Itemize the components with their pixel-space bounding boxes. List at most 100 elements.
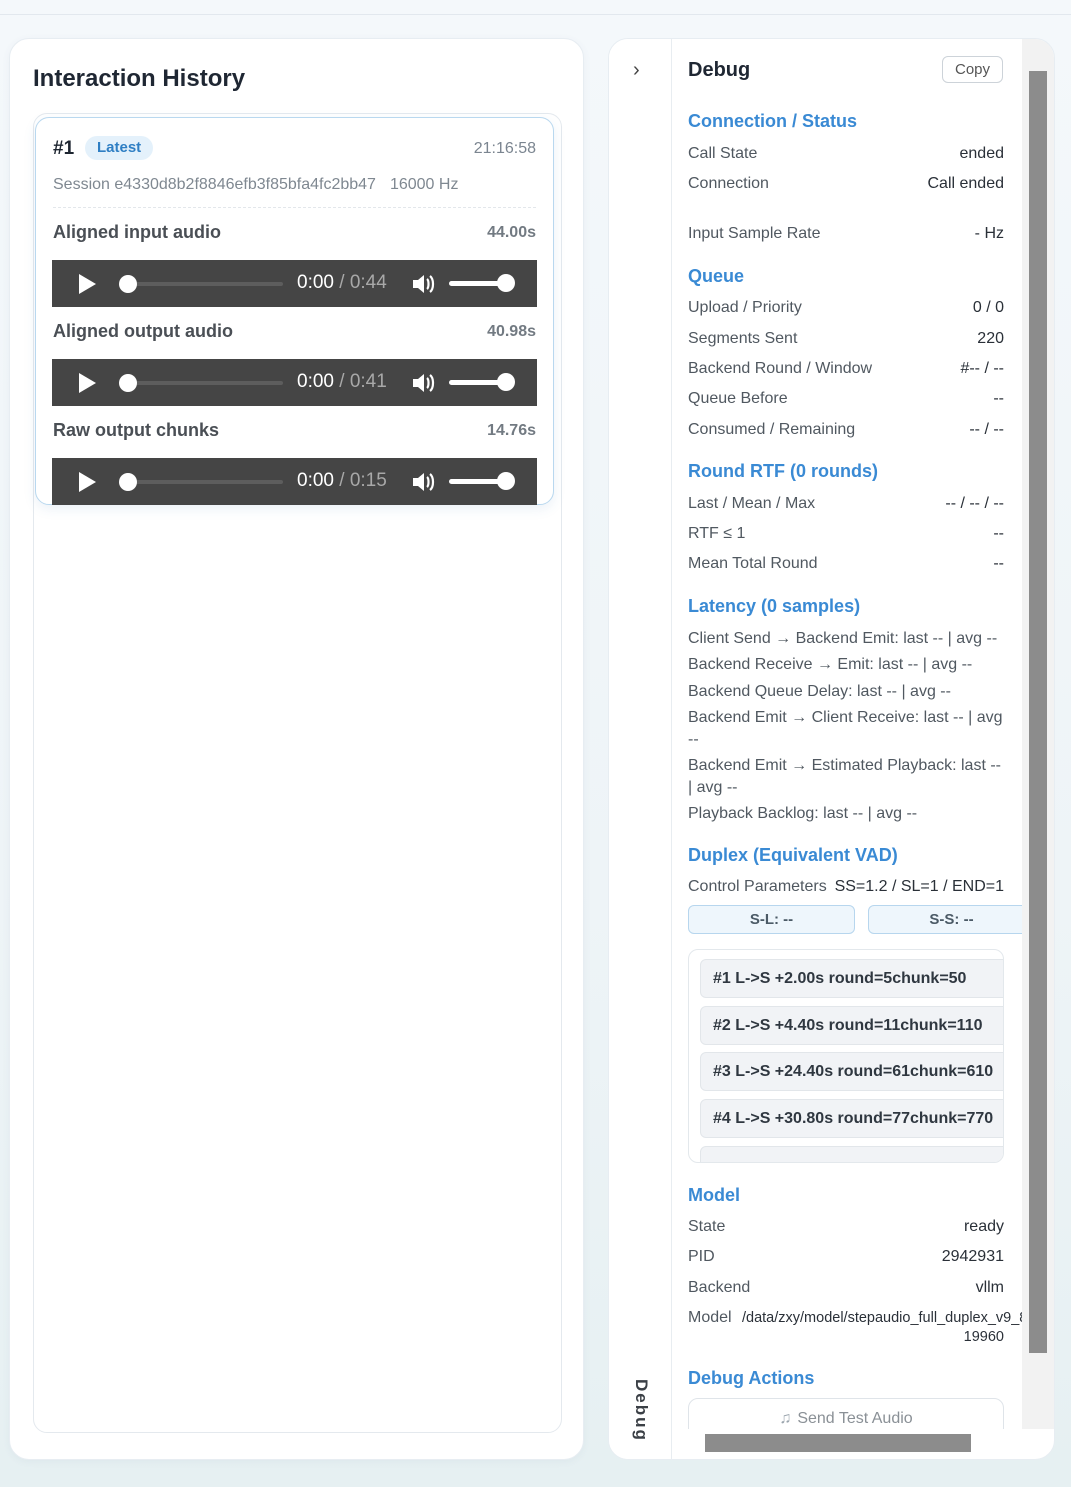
kv-value: -- / -- <box>969 421 1004 438</box>
entry-time: 21:16:58 <box>473 140 536 157</box>
seek-thumb[interactable] <box>119 275 137 293</box>
latency-line: Client Send → Backend Emit: last -- | av… <box>688 630 998 647</box>
session-info: Session e4330d8b2f8846efb3f85bfa4fc2bb47… <box>53 176 458 194</box>
seek-thumb[interactable] <box>119 473 137 491</box>
kv-label: Queue Before <box>688 390 788 407</box>
kv-value: 0 / 0 <box>972 299 1004 316</box>
session-id: Session e4330d8b2f8846efb3f85bfa4fc2bb47 <box>53 176 376 193</box>
latency-line: Playback Backlog: last -- | avg -- <box>688 805 918 822</box>
play-icon[interactable] <box>79 373 96 393</box>
audio-duration: 44.00s <box>487 224 536 241</box>
current-time: 0:00 <box>297 470 334 491</box>
copy-button[interactable]: Copy <box>942 56 1003 83</box>
kv-label: Consumed / Remaining <box>688 421 856 438</box>
volume-thumb[interactable] <box>497 373 515 391</box>
debug-content: Debug Copy Connection / Status Call Stat… <box>672 39 1022 1429</box>
kv-value: - Hz <box>974 225 1004 242</box>
debug-title: Debug <box>688 59 751 81</box>
kv-value: 2942931 <box>941 1248 1004 1265</box>
kv-label: State <box>688 1218 726 1235</box>
session-sample-rate: 16000 Hz <box>389 176 459 193</box>
kv-label: Upload / Priority <box>688 299 802 316</box>
section-heading-actions: Debug Actions <box>688 1368 815 1388</box>
kv-value: #-- / -- <box>960 360 1004 377</box>
kv-value: ended <box>959 145 1005 162</box>
debug-panel: › Debug Debug Copy Connection / Status C… <box>608 38 1055 1460</box>
kv-label: Connection <box>688 175 769 192</box>
audio-player-raw: 0:00 / 0:15 <box>52 458 537 505</box>
time-display: 0:00 / 0:15 <box>297 470 387 491</box>
event-item: #1 L->S +2.00s round=5chunk=50 <box>700 959 1003 998</box>
volume-thumb[interactable] <box>497 274 515 292</box>
seek-bar[interactable] <box>128 282 283 286</box>
kv-value: 220 <box>977 330 1004 347</box>
time-display: 0:00 / 0:41 <box>297 371 387 392</box>
kv-label: Backend <box>688 1279 751 1296</box>
total-time: 0:44 <box>349 272 387 293</box>
audio-label: Aligned output audio <box>53 321 233 341</box>
event-item: #3 L->S +24.40s round=61chunk=610 <box>700 1052 1003 1091</box>
seek-bar[interactable] <box>128 480 283 484</box>
sl-pill: S-L: -- <box>688 905 855 934</box>
kv-value: Call ended <box>927 175 1005 192</box>
kv-label: Segments Sent <box>688 330 798 347</box>
interaction-history-panel: Interaction History #1 Latest 21:16:58 S… <box>9 38 584 1460</box>
total-time: 0:41 <box>349 371 387 392</box>
chevron-right-icon[interactable]: › <box>633 59 640 82</box>
audio-player-input: 0:00 / 0:44 <box>52 260 537 307</box>
audio-label: Raw output chunks <box>53 420 219 440</box>
seek-thumb[interactable] <box>119 374 137 392</box>
duplex-events-list[interactable]: #1 L->S +2.00s round=5chunk=50 #2 L->S +… <box>688 949 1004 1163</box>
audio-duration: 40.98s <box>487 323 536 340</box>
play-icon[interactable] <box>79 274 96 294</box>
section-heading-model: Model <box>688 1185 740 1205</box>
event-item: #4 L->S +30.80s round=77chunk=770 <box>700 1099 1003 1138</box>
control-parameters-value: SS=1.2 / SL=1 / END=1 <box>834 878 1004 895</box>
kv-label: Last / Mean / Max <box>688 495 816 512</box>
latency-line: Backend Emit → Estimated Playback: last … <box>688 757 1001 796</box>
audio-player-output: 0:00 / 0:41 <box>52 359 537 406</box>
current-time: 0:00 <box>297 371 334 392</box>
top-divider <box>0 14 1071 15</box>
volume-thumb[interactable] <box>497 472 515 490</box>
send-test-audio-label: Send Test Audio <box>797 1410 913 1427</box>
horizontal-scrollbar-thumb[interactable] <box>705 1434 971 1452</box>
kv-value: -- / -- / -- <box>945 495 1004 512</box>
latency-line: Backend Queue Delay: last -- | avg -- <box>688 683 951 700</box>
volume-icon[interactable] <box>410 370 436 396</box>
entry-divider <box>53 207 536 208</box>
volume-icon[interactable] <box>410 469 436 495</box>
kv-label: PID <box>688 1248 715 1265</box>
audio-duration: 14.76s <box>487 422 536 439</box>
latency-line: Backend Receive → Emit: last -- | avg -- <box>688 656 973 673</box>
panel-title: Interaction History <box>33 65 246 92</box>
total-time: 0:15 <box>349 470 387 491</box>
audio-label: Aligned input audio <box>53 222 221 242</box>
section-heading-rtf: Round RTF (0 rounds) <box>688 461 878 481</box>
time-display: 0:00 / 0:44 <box>297 272 387 293</box>
kv-value: -- <box>993 390 1004 407</box>
kv-label: Model <box>688 1309 732 1326</box>
kv-value: ready <box>963 1218 1004 1235</box>
music-note-icon: ♫ <box>779 1410 792 1427</box>
kv-label: Call State <box>688 145 758 162</box>
latest-badge: Latest <box>85 136 154 160</box>
debug-side-rail[interactable]: › Debug <box>609 39 672 1459</box>
section-heading-latency: Latency (0 samples) <box>688 596 861 616</box>
play-icon[interactable] <box>79 472 96 492</box>
history-entry-card[interactable]: #1 Latest 21:16:58 Session e4330d8b2f884… <box>35 117 554 505</box>
seek-bar[interactable] <box>128 381 283 385</box>
history-list: #1 Latest 21:16:58 Session e4330d8b2f884… <box>33 113 562 1433</box>
vertical-scrollbar-thumb[interactable] <box>1029 71 1047 1353</box>
kv-label: Backend Round / Window <box>688 360 873 377</box>
kv-value: -- <box>993 525 1004 542</box>
section-heading-connection: Connection / Status <box>688 111 858 131</box>
volume-icon[interactable] <box>410 271 436 297</box>
kv-value: -- <box>993 555 1004 572</box>
current-time: 0:00 <box>297 272 334 293</box>
event-item: #2 L->S +4.40s round=11chunk=110 <box>700 1006 1003 1045</box>
send-test-audio-button[interactable]: ♫ Send Test Audio <box>688 1398 1004 1429</box>
debug-rail-label[interactable]: Debug <box>631 1379 651 1442</box>
kv-label: Mean Total Round <box>688 555 818 572</box>
ss-pill: S-S: -- <box>868 905 1022 934</box>
